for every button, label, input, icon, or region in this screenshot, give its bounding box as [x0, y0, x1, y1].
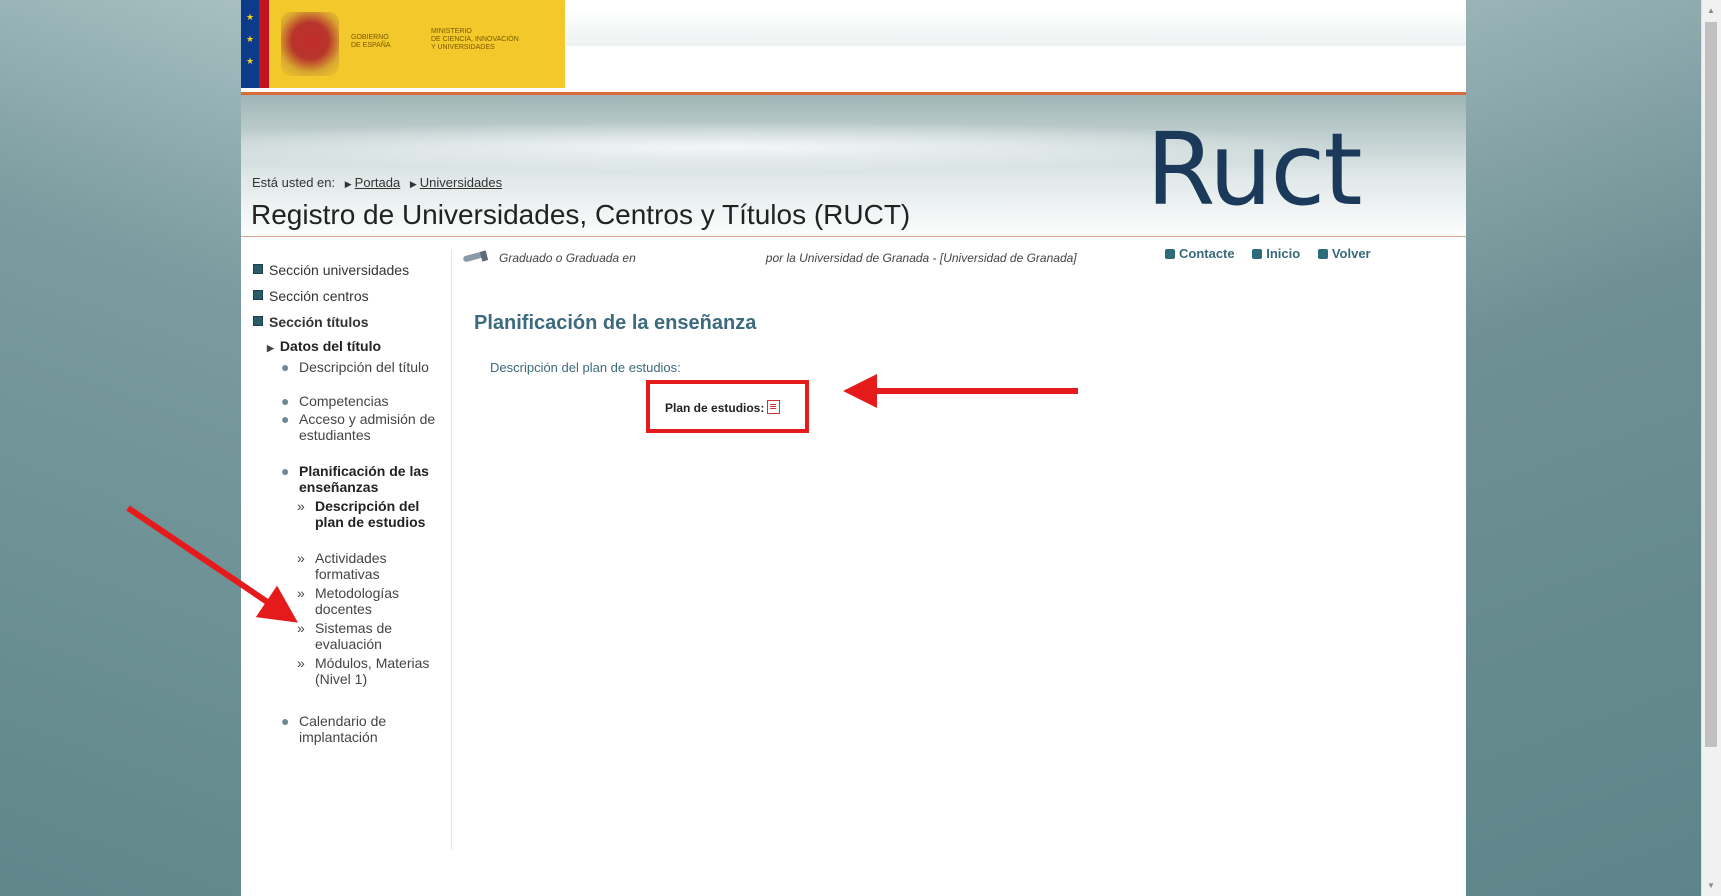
- sidebar-item-competencias[interactable]: ● Competencias: [281, 393, 446, 409]
- course-title: Graduado o Graduada en por la Universidad…: [461, 250, 1077, 265]
- breadcrumb-link-universidades[interactable]: Universidades: [420, 175, 502, 190]
- scroll-up-icon[interactable]: ▲: [1707, 6, 1715, 15]
- sidebar-subitem-sistemas[interactable]: » Sistemas de evaluación: [297, 620, 447, 652]
- volver-link[interactable]: Volver: [1317, 246, 1371, 261]
- scroll-down-icon[interactable]: ▼: [1707, 881, 1715, 890]
- page-container: ★ ★ ★ GOBIERNO DE ESPAÑA MINISTERIO DE C…: [241, 0, 1466, 896]
- double-arrow-icon: »: [297, 550, 305, 566]
- plan-description-label: Descripción del plan de estudios:: [490, 360, 681, 375]
- diploma-icon: [463, 250, 489, 262]
- contacte-link[interactable]: Contacte: [1165, 246, 1235, 261]
- square-bullet-icon: [253, 264, 263, 274]
- background-right: [1466, 0, 1702, 896]
- annotation-arrow-left: [843, 374, 1078, 408]
- square-bullet-icon: [253, 316, 263, 326]
- inicio-link[interactable]: Inicio: [1252, 246, 1300, 261]
- square-bullet-icon: [1165, 249, 1175, 259]
- section-title: Planificación de la enseñanza: [474, 312, 757, 334]
- square-bullet-icon: [1252, 249, 1263, 259]
- square-bullet-icon: [1317, 249, 1328, 259]
- eu-flag-icon: ★ ★ ★: [241, 0, 269, 88]
- government-logo: ★ ★ ★ GOBIERNO DE ESPAÑA MINISTERIO DE C…: [241, 0, 565, 88]
- double-arrow-icon: »: [297, 620, 305, 636]
- ruct-logo: Ruct: [1146, 111, 1363, 228]
- plan-highlight-box: Plan de estudios:: [646, 380, 809, 433]
- site-header: Ruct Está usted en: ▶ Portada ▶ Universida…: [241, 92, 1466, 241]
- pdf-icon[interactable]: [767, 400, 781, 414]
- double-arrow-icon: »: [297, 498, 305, 514]
- page-title: Registro de Universidades, Centros y Tít…: [251, 199, 911, 230]
- triangle-right-icon: ▶: [267, 343, 274, 353]
- sidebar-nav: Sección universidades Sección centros Se…: [241, 250, 452, 850]
- bullet-icon: ●: [281, 411, 290, 427]
- bullet-icon: ●: [281, 463, 290, 479]
- background-left: [0, 0, 241, 896]
- main-content: Graduado o Graduada en por la Universidad…: [461, 246, 1461, 850]
- sidebar-item-acceso[interactable]: ● Acceso y admisión de estudiantes: [281, 411, 446, 443]
- sidebar-item-descripcion-titulo[interactable]: ● Descripción del título: [281, 359, 446, 375]
- scrollbar-thumb[interactable]: [1705, 22, 1717, 747]
- header-divider: [241, 236, 1466, 237]
- sidebar-item-universidades[interactable]: Sección universidades: [253, 262, 409, 278]
- breadcrumb: Está usted en: ▶ Portada ▶ Universidades: [252, 175, 502, 190]
- bullet-icon: ●: [281, 359, 290, 375]
- breadcrumb-link-portada[interactable]: Portada: [355, 175, 401, 190]
- square-bullet-icon: [253, 290, 263, 300]
- breadcrumb-prefix: Está usted en:: [252, 175, 336, 190]
- gov-name: GOBIERNO DE ESPAÑA: [351, 34, 391, 49]
- sidebar-item-planificacion[interactable]: ● Planificación de las enseñanzas: [281, 463, 446, 495]
- coat-of-arms-icon: [281, 12, 339, 76]
- sidebar-item-datos-titulo[interactable]: ▶ Datos del título: [267, 338, 381, 354]
- sidebar-subitem-actividades[interactable]: » Actividades formativas: [297, 550, 447, 582]
- double-arrow-icon: »: [297, 585, 305, 601]
- plan-label: Plan de estudios:: [665, 400, 781, 415]
- top-links: Contacte Inicio Volver: [1151, 246, 1371, 261]
- bullet-icon: ●: [281, 393, 290, 409]
- ministry-name: MINISTERIO DE CIENCIA, INNOVACIÓN Y UNIV…: [431, 28, 519, 51]
- breadcrumb-arrow-icon: ▶: [409, 179, 417, 189]
- sidebar-subitem-descripcion-plan[interactable]: » Descripción del plan de estudios: [297, 498, 447, 530]
- sidebar-item-titulos[interactable]: Sección títulos: [253, 314, 369, 330]
- bullet-icon: ●: [281, 713, 290, 729]
- sidebar-item-centros[interactable]: Sección centros: [253, 288, 369, 304]
- double-arrow-icon: »: [297, 655, 305, 671]
- government-header: ★ ★ ★ GOBIERNO DE ESPAÑA MINISTERIO DE C…: [241, 0, 1466, 92]
- sidebar-subitem-metodologias[interactable]: » Metodologías docentes: [297, 585, 447, 617]
- vertical-scrollbar[interactable]: ▲ ▼: [1701, 0, 1721, 896]
- breadcrumb-arrow-icon: ▶: [344, 179, 352, 189]
- sidebar-subitem-modulos[interactable]: » Módulos, Materias (Nivel 1): [297, 655, 447, 687]
- sidebar-item-calendario[interactable]: ● Calendario de implantación: [281, 713, 446, 745]
